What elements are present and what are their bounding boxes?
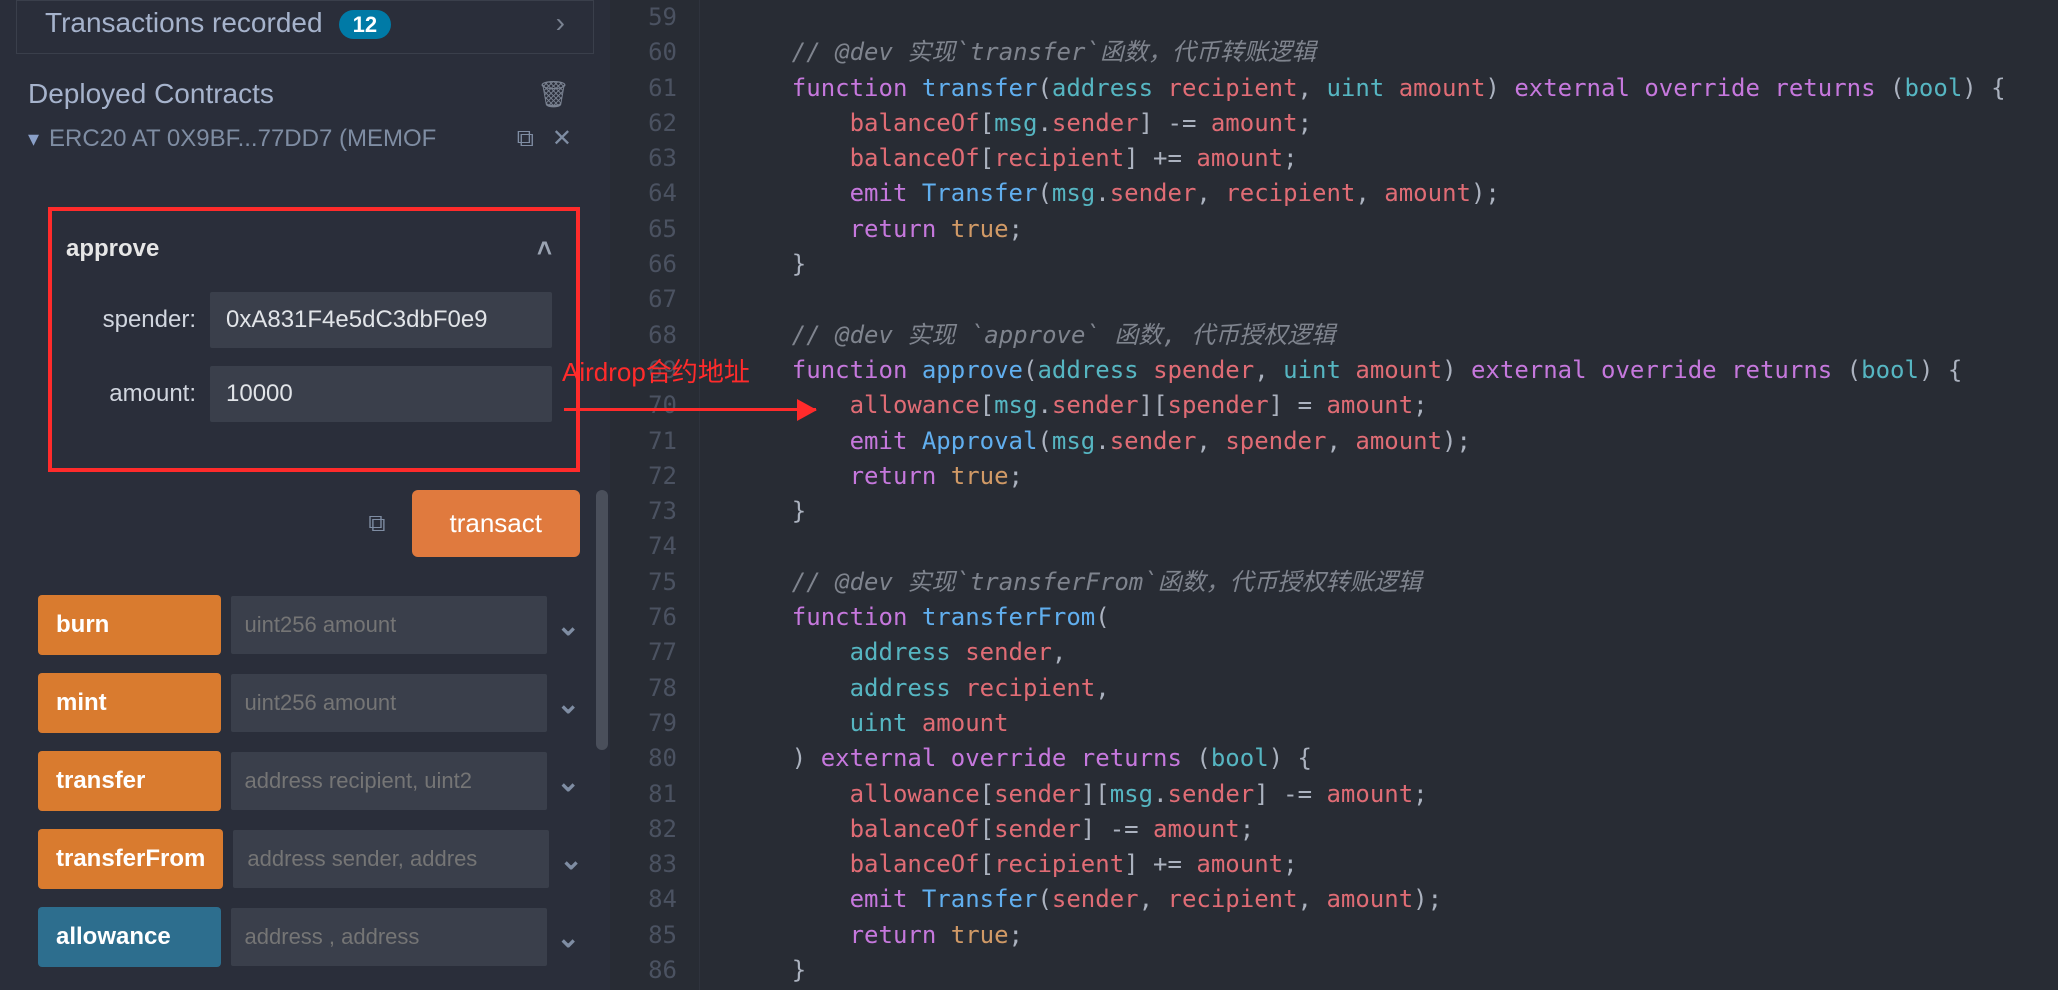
amount-label: amount:	[66, 380, 210, 408]
transfer-args-input[interactable]	[231, 752, 547, 810]
transactions-count-badge: 12	[339, 10, 391, 39]
transactions-label: Transactions recorded	[45, 7, 323, 38]
contract-name: ERC20 AT 0X9BF...77DD7 (MEMOF	[49, 125, 499, 153]
expand-transferFrom-icon[interactable]: ⌄	[559, 843, 582, 876]
annotation-arrow	[564, 408, 816, 411]
close-icon[interactable]: ✕	[552, 124, 572, 153]
function-row-transfer: transfer ⌄	[38, 751, 580, 811]
caret-down-icon[interactable]: ▾	[28, 126, 39, 152]
trash-icon[interactable]: 🗑	[537, 79, 570, 110]
approve-title: approve	[66, 235, 159, 263]
code-content[interactable]: // @dev 实现`transfer`函数，代币转账逻辑 function t…	[700, 0, 2058, 990]
transferFrom-button[interactable]: transferFrom	[38, 829, 223, 889]
mint-button[interactable]: mint	[38, 673, 221, 733]
spender-input[interactable]	[210, 292, 552, 348]
chevron-right-icon: ›	[556, 7, 565, 39]
burn-args-input[interactable]	[231, 596, 547, 654]
function-row-burn: burn ⌄	[38, 595, 580, 655]
expand-allowance-icon[interactable]: ⌄	[557, 921, 580, 954]
contract-instance-row[interactable]: ▾ ERC20 AT 0X9BF...77DD7 (MEMOF ⧉ ✕	[0, 118, 610, 159]
function-row-mint: mint ⌄	[38, 673, 580, 733]
expand-transfer-icon[interactable]: ⌄	[557, 765, 580, 798]
transfer-button[interactable]: transfer	[38, 751, 221, 811]
burn-button[interactable]: burn	[38, 595, 221, 655]
spender-label: spender:	[66, 306, 210, 334]
approve-expanded-panel: approve ˄ spender: amount:	[48, 207, 580, 472]
mint-args-input[interactable]	[231, 674, 547, 732]
allowance-args-input[interactable]	[231, 908, 547, 966]
annotation-label: Airdrop合约地址	[562, 352, 750, 389]
transferFrom-args-input[interactable]	[233, 830, 549, 888]
panel-scrollbar[interactable]	[596, 490, 608, 750]
function-row-allowance: allowance ⌄	[38, 907, 580, 967]
copy-address-icon[interactable]: ⧉	[517, 125, 534, 153]
function-row-transferFrom: transferFrom ⌄	[38, 829, 580, 889]
copy-calldata-icon[interactable]: ⧉	[368, 510, 385, 538]
amount-input[interactable]	[210, 366, 552, 422]
allowance-button[interactable]: allowance	[38, 907, 221, 967]
expand-mint-icon[interactable]: ⌄	[557, 687, 580, 720]
chevron-up-icon[interactable]: ˄	[537, 233, 552, 264]
transactions-recorded-row[interactable]: Transactions recorded 12 ›	[16, 0, 594, 54]
deploy-panel: Transactions recorded 12 › Deployed Cont…	[0, 0, 610, 990]
expand-burn-icon[interactable]: ⌄	[557, 609, 580, 642]
line-number-gutter: 5960616263646566676869707172737475767778…	[610, 0, 700, 990]
transact-button[interactable]: transact	[412, 490, 581, 557]
deployed-contracts-title: Deployed Contracts	[28, 78, 274, 110]
code-editor[interactable]: 5960616263646566676869707172737475767778…	[610, 0, 2058, 990]
